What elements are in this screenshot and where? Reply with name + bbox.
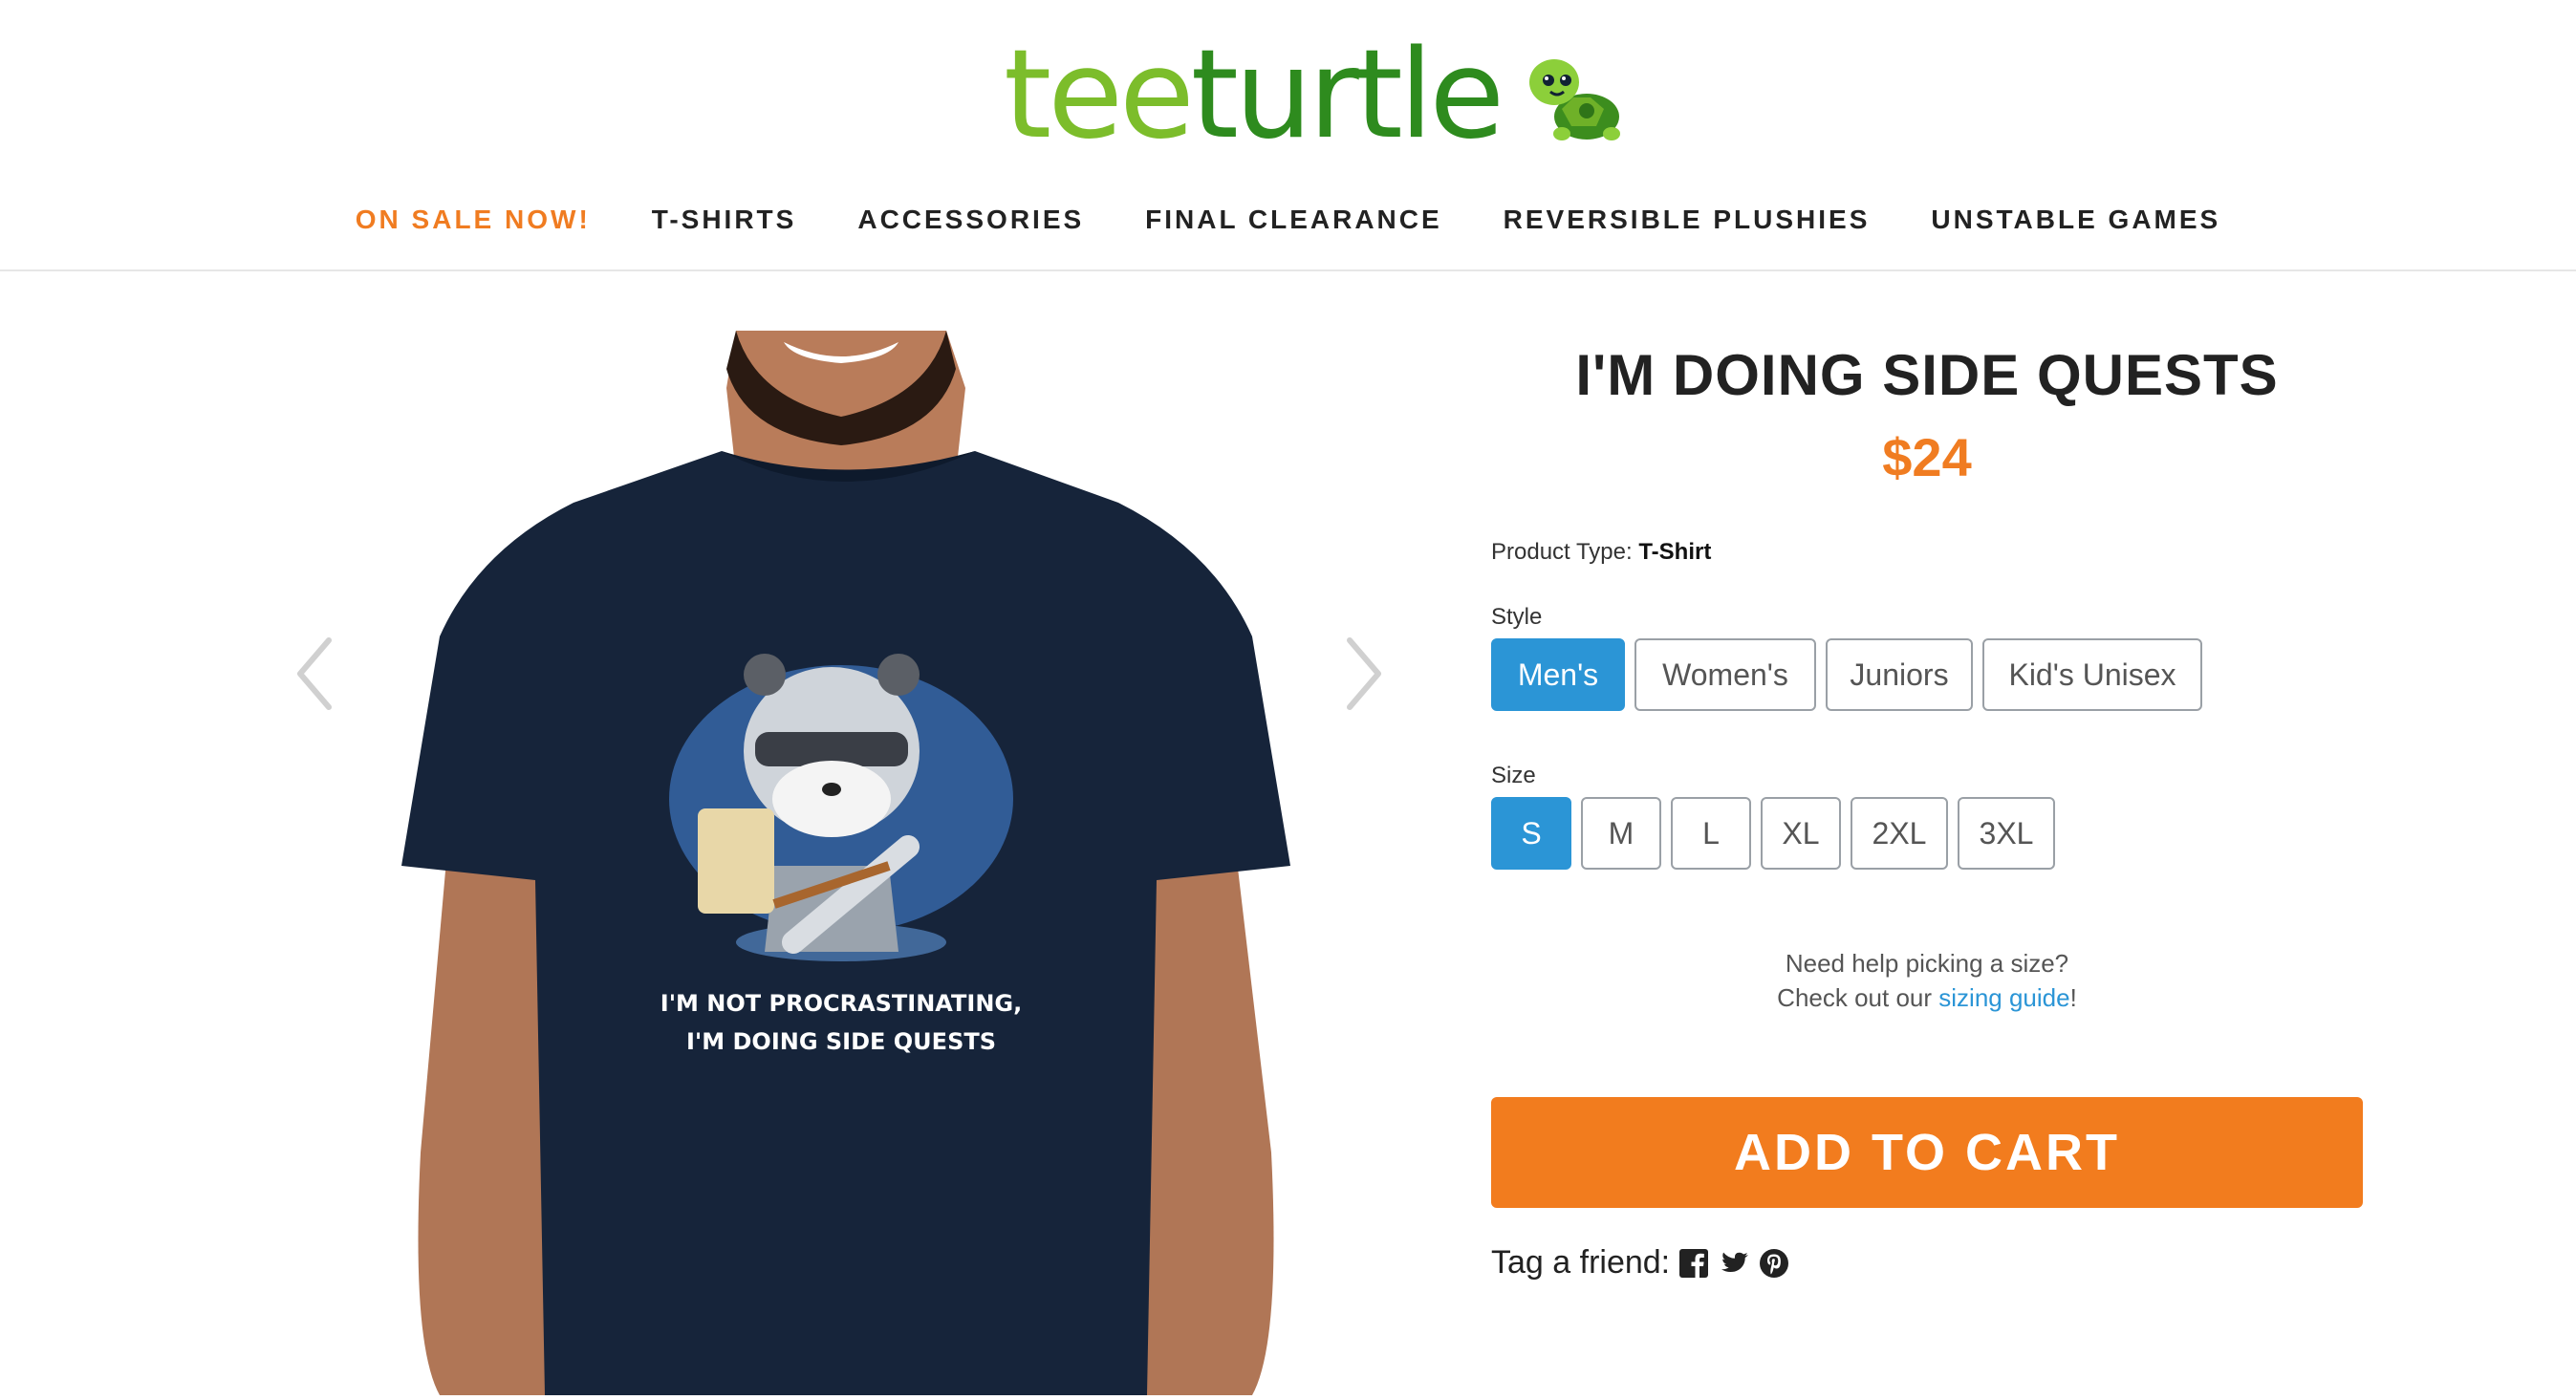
logo-wordmark: teeturtle <box>1004 24 1504 166</box>
tshirt-model-photo: I'M NOT PROCRASTINATING, I'M DOING SIDE … <box>401 331 1290 1395</box>
nav-item-final-clearance[interactable]: FINAL CLEARANCE <box>1115 205 1472 235</box>
pinterest-icon[interactable] <box>1758 1247 1790 1280</box>
style-womens-button[interactable]: Women's <box>1634 638 1816 711</box>
site-logo[interactable]: teeturtle <box>1004 34 1631 157</box>
product-image: I'M NOT PROCRASTINATING, I'M DOING SIDE … <box>277 331 1396 1395</box>
sizing-guide-link[interactable]: sizing guide <box>1938 983 2069 1012</box>
tag-a-friend: Tag a friend: <box>1491 1244 1790 1282</box>
size-help-line2: Check out our sizing guide! <box>1777 983 2077 1012</box>
shirt-text-line1: I'M NOT PROCRASTINATING, <box>660 990 1022 1017</box>
site-header: teeturtle ON SALE NOW! T-SHIRTS ACCESSOR… <box>0 0 2576 271</box>
size-s-button[interactable]: S <box>1491 797 1571 870</box>
product-price: $24 <box>1882 427 1972 487</box>
style-mens-button[interactable]: Men's <box>1491 638 1625 711</box>
style-kids-unisex-button[interactable]: Kid's Unisex <box>1982 638 2202 711</box>
nav-item-unstable-games[interactable]: UNSTABLE GAMES <box>1900 205 2251 235</box>
product-type-label: Product Type: <box>1491 539 1633 565</box>
product-type: Product Type: T-Shirt <box>1491 539 1711 566</box>
size-m-button[interactable]: M <box>1581 797 1661 870</box>
style-label: Style <box>1491 604 1543 630</box>
tag-label: Tag a friend: <box>1491 1244 1671 1281</box>
twitter-icon[interactable] <box>1718 1247 1750 1280</box>
product-title: I'M DOING SIDE QUESTS <box>1575 343 2279 407</box>
add-to-cart-button[interactable]: ADD TO CART <box>1491 1097 2363 1208</box>
size-l-button[interactable]: L <box>1671 797 1751 870</box>
nav-item-reversible-plushies[interactable]: REVERSIBLE PLUSHIES <box>1473 205 1901 235</box>
size-help: Need help picking a size? Check out our … <box>1491 946 2363 1015</box>
chevron-right-icon[interactable] <box>1334 631 1392 717</box>
size-help-line1: Need help picking a size? <box>1785 949 2069 978</box>
style-juniors-button[interactable]: Juniors <box>1826 638 1973 711</box>
main-nav: ON SALE NOW! T-SHIRTS ACCESSORIES FINAL … <box>0 205 2576 235</box>
size-2xl-button[interactable]: 2XL <box>1851 797 1948 870</box>
nav-item-t-shirts[interactable]: T-SHIRTS <box>621 205 828 235</box>
facebook-icon[interactable] <box>1678 1247 1710 1280</box>
size-options: S M L XL 2XL 3XL <box>1491 797 2055 870</box>
size-3xl-button[interactable]: 3XL <box>1958 797 2055 870</box>
product-type-value: T-Shirt <box>1638 539 1712 565</box>
turtle-icon <box>1529 59 1621 140</box>
nav-item-accessories[interactable]: ACCESSORIES <box>827 205 1115 235</box>
nav-item-on-sale[interactable]: ON SALE NOW! <box>325 205 621 235</box>
size-xl-button[interactable]: XL <box>1761 797 1841 870</box>
size-label: Size <box>1491 763 1536 788</box>
style-options: Men's Women's Juniors Kid's Unisex <box>1491 638 2202 711</box>
shirt-text-line2: I'M DOING SIDE QUESTS <box>686 1028 996 1055</box>
